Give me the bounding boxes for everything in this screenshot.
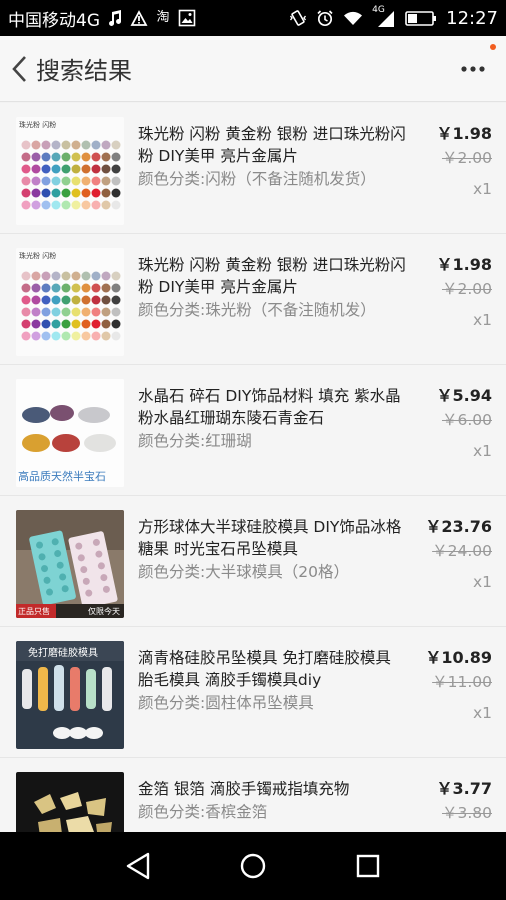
item-name: 水晶石 碎石 DIY饰品材料 填充 紫水晶粉水晶红珊瑚东陵石青金石 bbox=[138, 387, 401, 427]
product-thumbnail-gold-foil bbox=[16, 772, 124, 832]
vibrate-icon bbox=[290, 10, 307, 26]
item-original-price: ￥11.00 bbox=[432, 673, 492, 691]
list-item[interactable]: 高品质天然半宝石 水晶石 碎石 DIY饰品材料 填充 紫水晶粉水晶红珊瑚东陵石青… bbox=[0, 365, 506, 496]
item-quantity: x1 bbox=[472, 573, 492, 591]
item-original-price: ￥2.00 bbox=[441, 280, 492, 298]
silicone-mold-image bbox=[16, 510, 124, 618]
item-quantity: x1 bbox=[472, 180, 492, 198]
nav-back-icon bbox=[126, 852, 149, 880]
item-prices: ￥10.89 ￥11.00 x1 bbox=[425, 647, 492, 724]
music-icon bbox=[109, 10, 122, 26]
product-thumbnail-glitter: 珠光粉 闪粉 bbox=[16, 248, 124, 356]
list-item[interactable]: 珠光粉 闪粉 珠光粉 闪粉 黄金粉 银粉 进口珠光粉闪粉 DIY美甲 亮片金属片… bbox=[0, 234, 506, 365]
image-icon bbox=[178, 9, 196, 27]
glitter-palette-image bbox=[16, 117, 124, 225]
list-item[interactable]: 珠光粉 闪粉 珠光粉 闪粉 黄金粉 银粉 进口珠光粉闪粉 DIY美甲 亮片金属片… bbox=[0, 103, 506, 234]
item-original-price: ￥2.00 bbox=[441, 149, 492, 167]
app-header: 搜索结果 bbox=[0, 36, 506, 102]
item-name: 方形球体大半球硅胶模具 DIY饰品冰格 糖果 时光宝石吊坠模具 bbox=[138, 518, 402, 558]
system-nav-bar bbox=[0, 832, 506, 900]
item-sku: 颜色分类:红珊瑚 bbox=[138, 432, 252, 450]
item-name: 滴青格硅胶吊坠模具 免打磨硅胶模具 胎毛模具 滴胶手镯模具diy bbox=[138, 649, 391, 689]
item-prices: ￥5.94 ￥6.00 x1 bbox=[437, 385, 492, 462]
item-name: 金箔 银箔 滴胶手镯戒指填充物 bbox=[138, 780, 350, 798]
item-prices: ￥23.76 ￥24.00 x1 bbox=[425, 516, 492, 593]
product-thumbnail-pendant-mold: 免打磨硅胶模具 bbox=[16, 641, 124, 749]
item-prices: ￥1.98 ￥2.00 x1 bbox=[437, 254, 492, 331]
item-quantity: x1 bbox=[472, 311, 492, 329]
item-sku: 颜色分类:珠光粉（不备注随机发） bbox=[138, 301, 376, 319]
thumbnail-caption: 珠光粉 闪粉 bbox=[19, 121, 57, 129]
item-sku: 颜色分类:闪粉（不备注随机发货） bbox=[138, 170, 376, 188]
item-price: ￥10.89 bbox=[425, 648, 492, 667]
item-price: ￥3.77 bbox=[436, 779, 492, 798]
item-info: 滴青格硅胶吊坠模具 免打磨硅胶模具 胎毛模具 滴胶手镯模具diy 颜色分类:圆柱… bbox=[138, 641, 408, 757]
item-quantity: x1 bbox=[472, 704, 492, 722]
thumbnail-caption: 珠光粉 闪粉 bbox=[19, 252, 57, 260]
carrier-label: 中国移动4G bbox=[8, 10, 100, 31]
product-thumbnail-crystals: 高品质天然半宝石 bbox=[16, 379, 124, 487]
nav-home-button[interactable] bbox=[233, 846, 273, 886]
item-info: 珠光粉 闪粉 黄金粉 银粉 进口珠光粉闪粉 DIY美甲 亮片金属片 颜色分类:闪… bbox=[138, 117, 408, 233]
item-info: 珠光粉 闪粉 黄金粉 银粉 进口珠光粉闪粉 DIY美甲 亮片金属片 颜色分类:珠… bbox=[138, 248, 408, 364]
thumbnail-caption-right: 仅限今天 bbox=[88, 607, 120, 616]
order-item-list: 珠光粉 闪粉 珠光粉 闪粉 黄金粉 银粉 进口珠光粉闪粉 DIY美甲 亮片金属片… bbox=[0, 103, 506, 832]
item-sku: 颜色分类:圆柱体吊坠模具 bbox=[138, 694, 314, 712]
signal-alert-icon bbox=[130, 10, 148, 26]
item-price: ￥23.76 bbox=[425, 517, 492, 536]
item-quantity: x1 bbox=[472, 442, 492, 460]
item-prices: ￥1.98 ￥2.00 x1 bbox=[437, 123, 492, 200]
gold-foil-image bbox=[16, 772, 124, 832]
list-item[interactable]: 正品只售 仅限今天 方形球体大半球硅胶模具 DIY饰品冰格 糖果 时光宝石吊坠模… bbox=[0, 496, 506, 627]
item-original-price: ￥24.00 bbox=[432, 542, 492, 560]
list-item[interactable]: 金箔 银箔 滴胶手镯戒指填充物 颜色分类:香槟金箔 ￥3.77 ￥3.80 x1 bbox=[0, 758, 506, 832]
list-item[interactable]: 免打磨硅胶模具 滴青格硅胶吊坠模具 免打磨硅胶模具 胎毛模具 滴胶手镯模具diy… bbox=[0, 627, 506, 758]
thumbnail-caption-left: 正品只售 bbox=[18, 607, 50, 616]
nav-recent-icon bbox=[357, 854, 380, 878]
glitter-palette-image bbox=[16, 248, 124, 356]
item-sku: 颜色分类:大半球模具（20格） bbox=[138, 563, 349, 581]
item-original-price: ￥6.00 bbox=[441, 411, 492, 429]
status-bar: 中国移动4G 淘 4G 12:27 bbox=[0, 0, 506, 36]
item-sku: 颜色分类:香槟金箔 bbox=[138, 803, 268, 821]
more-button[interactable] bbox=[458, 56, 488, 82]
nav-back-button[interactable] bbox=[118, 846, 158, 886]
product-thumbnail-mold: 正品只售 仅限今天 bbox=[16, 510, 124, 618]
page-title: 搜索结果 bbox=[36, 57, 132, 85]
item-info: 水晶石 碎石 DIY饰品材料 填充 紫水晶粉水晶红珊瑚东陵石青金石 颜色分类:红… bbox=[138, 379, 408, 495]
nav-recent-button[interactable] bbox=[348, 846, 388, 886]
product-thumbnail-glitter: 珠光粉 闪粉 bbox=[16, 117, 124, 225]
wifi-icon bbox=[344, 11, 363, 25]
item-prices: ￥3.77 ￥3.80 x1 bbox=[437, 778, 492, 832]
cell-signal-icon: 4G bbox=[372, 5, 396, 27]
nav-home-icon bbox=[240, 853, 266, 879]
alarm-icon bbox=[317, 10, 333, 27]
status-right: 4G 12:27 bbox=[289, 5, 498, 29]
chevron-left-icon bbox=[12, 55, 26, 82]
more-dots-icon bbox=[461, 66, 485, 72]
signal-bars bbox=[378, 11, 395, 27]
item-price: ￥1.98 bbox=[436, 124, 492, 143]
thumbnail-caption: 免打磨硅胶模具 bbox=[28, 648, 98, 659]
notification-dot bbox=[490, 44, 496, 50]
status-left: 中国移动4G 淘 bbox=[8, 6, 196, 31]
item-original-price: ￥3.80 bbox=[441, 804, 492, 822]
item-price: ￥1.98 bbox=[436, 255, 492, 274]
item-info: 金箔 银箔 滴胶手镯戒指填充物 颜色分类:香槟金箔 bbox=[138, 772, 408, 832]
back-button[interactable] bbox=[2, 36, 36, 102]
taobao-icon: 淘 bbox=[156, 10, 170, 25]
item-price: ￥5.94 bbox=[436, 386, 492, 405]
item-name: 珠光粉 闪粉 黄金粉 银粉 进口珠光粉闪粉 DIY美甲 亮片金属片 bbox=[138, 125, 406, 165]
clock: 12:27 bbox=[446, 7, 498, 29]
item-info: 方形球体大半球硅胶模具 DIY饰品冰格 糖果 时光宝石吊坠模具 颜色分类:大半球… bbox=[138, 510, 408, 626]
thumbnail-caption: 高品质天然半宝石 bbox=[18, 470, 106, 483]
battery-icon bbox=[405, 11, 437, 26]
item-name: 珠光粉 闪粉 黄金粉 银粉 进口珠光粉闪粉 DIY美甲 亮片金属片 bbox=[138, 256, 406, 296]
